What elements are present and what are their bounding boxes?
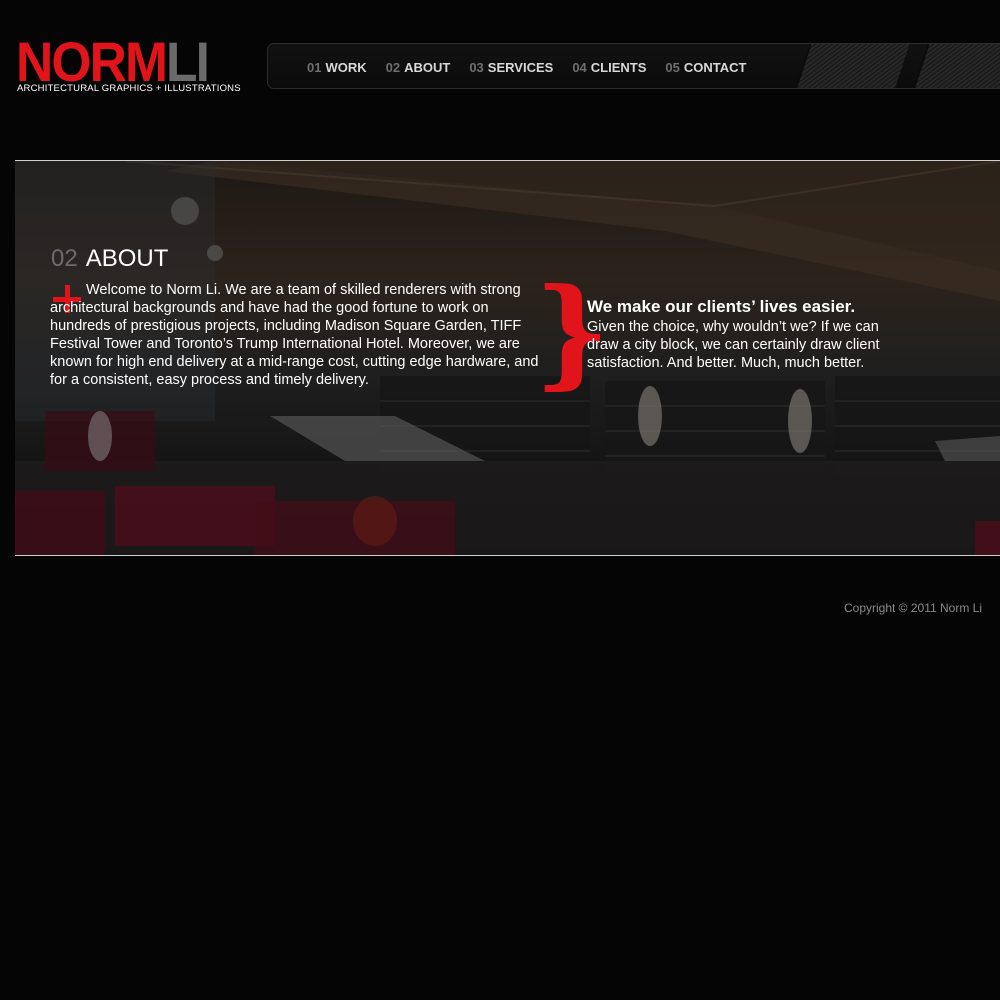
main-nav: 01 WORK 02 ABOUT 03 SERVICES 04 CLIENTS 05 CO… [267,43,1000,89]
nav-items: 01 WORK 02 ABOUT 03 SERVICES 04 CLIENTS 05 CO… [307,44,765,88]
nav-item-about[interactable]: 02 ABOUT [386,60,451,75]
copyright: Copyright © 2011 Norm Li [843,601,982,615]
stripe-block [794,44,910,88]
logo-tagline: ARCHITECTURAL GRAPHICS + ILLUSTRATIONS [17,83,241,94]
nav-item-contact[interactable]: 05 CONTACT [665,60,746,75]
logo-wordmark: NORMLI [16,34,210,90]
logo[interactable]: NORMLI ARCHITECTURAL GRAPHICS + ILLUSTRA… [16,34,248,98]
pitch-heading: We make our clients’ lives easier. [587,297,856,316]
nav-stripe-decoration [788,44,1000,88]
stripe-block [912,44,1000,88]
nav-item-num: 03 [469,59,484,75]
hero-banner: 02 ABOUT Welcome to Norm Li. We are a tea… [15,160,1000,556]
about-heading-num: 02 [51,245,78,272]
nav-item-num: 02 [385,59,401,75]
nav-item-num: 05 [665,59,680,75]
pitch-body: Given the choice, why wouldn’t we? If we… [587,319,880,371]
about-heading: 02 ABOUT [51,245,168,273]
about-body: Welcome to Norm Li. We are a team of ski… [50,282,539,388]
nav-item-label: WORK [325,59,367,75]
nav-item-label: SERVICES [487,59,554,75]
nav-item-label: CLIENTS [590,59,647,75]
nav-item-services[interactable]: 03 SERVICES [469,60,553,75]
nav-item-num: 04 [572,59,587,75]
nav-item-label: CONTACT [683,59,747,75]
nav-item-clients[interactable]: 04 CLIENTS [572,60,646,75]
about-heading-text: ABOUT [85,245,169,272]
nav-item-work[interactable]: 01 WORK [307,60,367,75]
nav-item-label: ABOUT [404,59,451,75]
nav-item-num: 01 [307,59,322,75]
